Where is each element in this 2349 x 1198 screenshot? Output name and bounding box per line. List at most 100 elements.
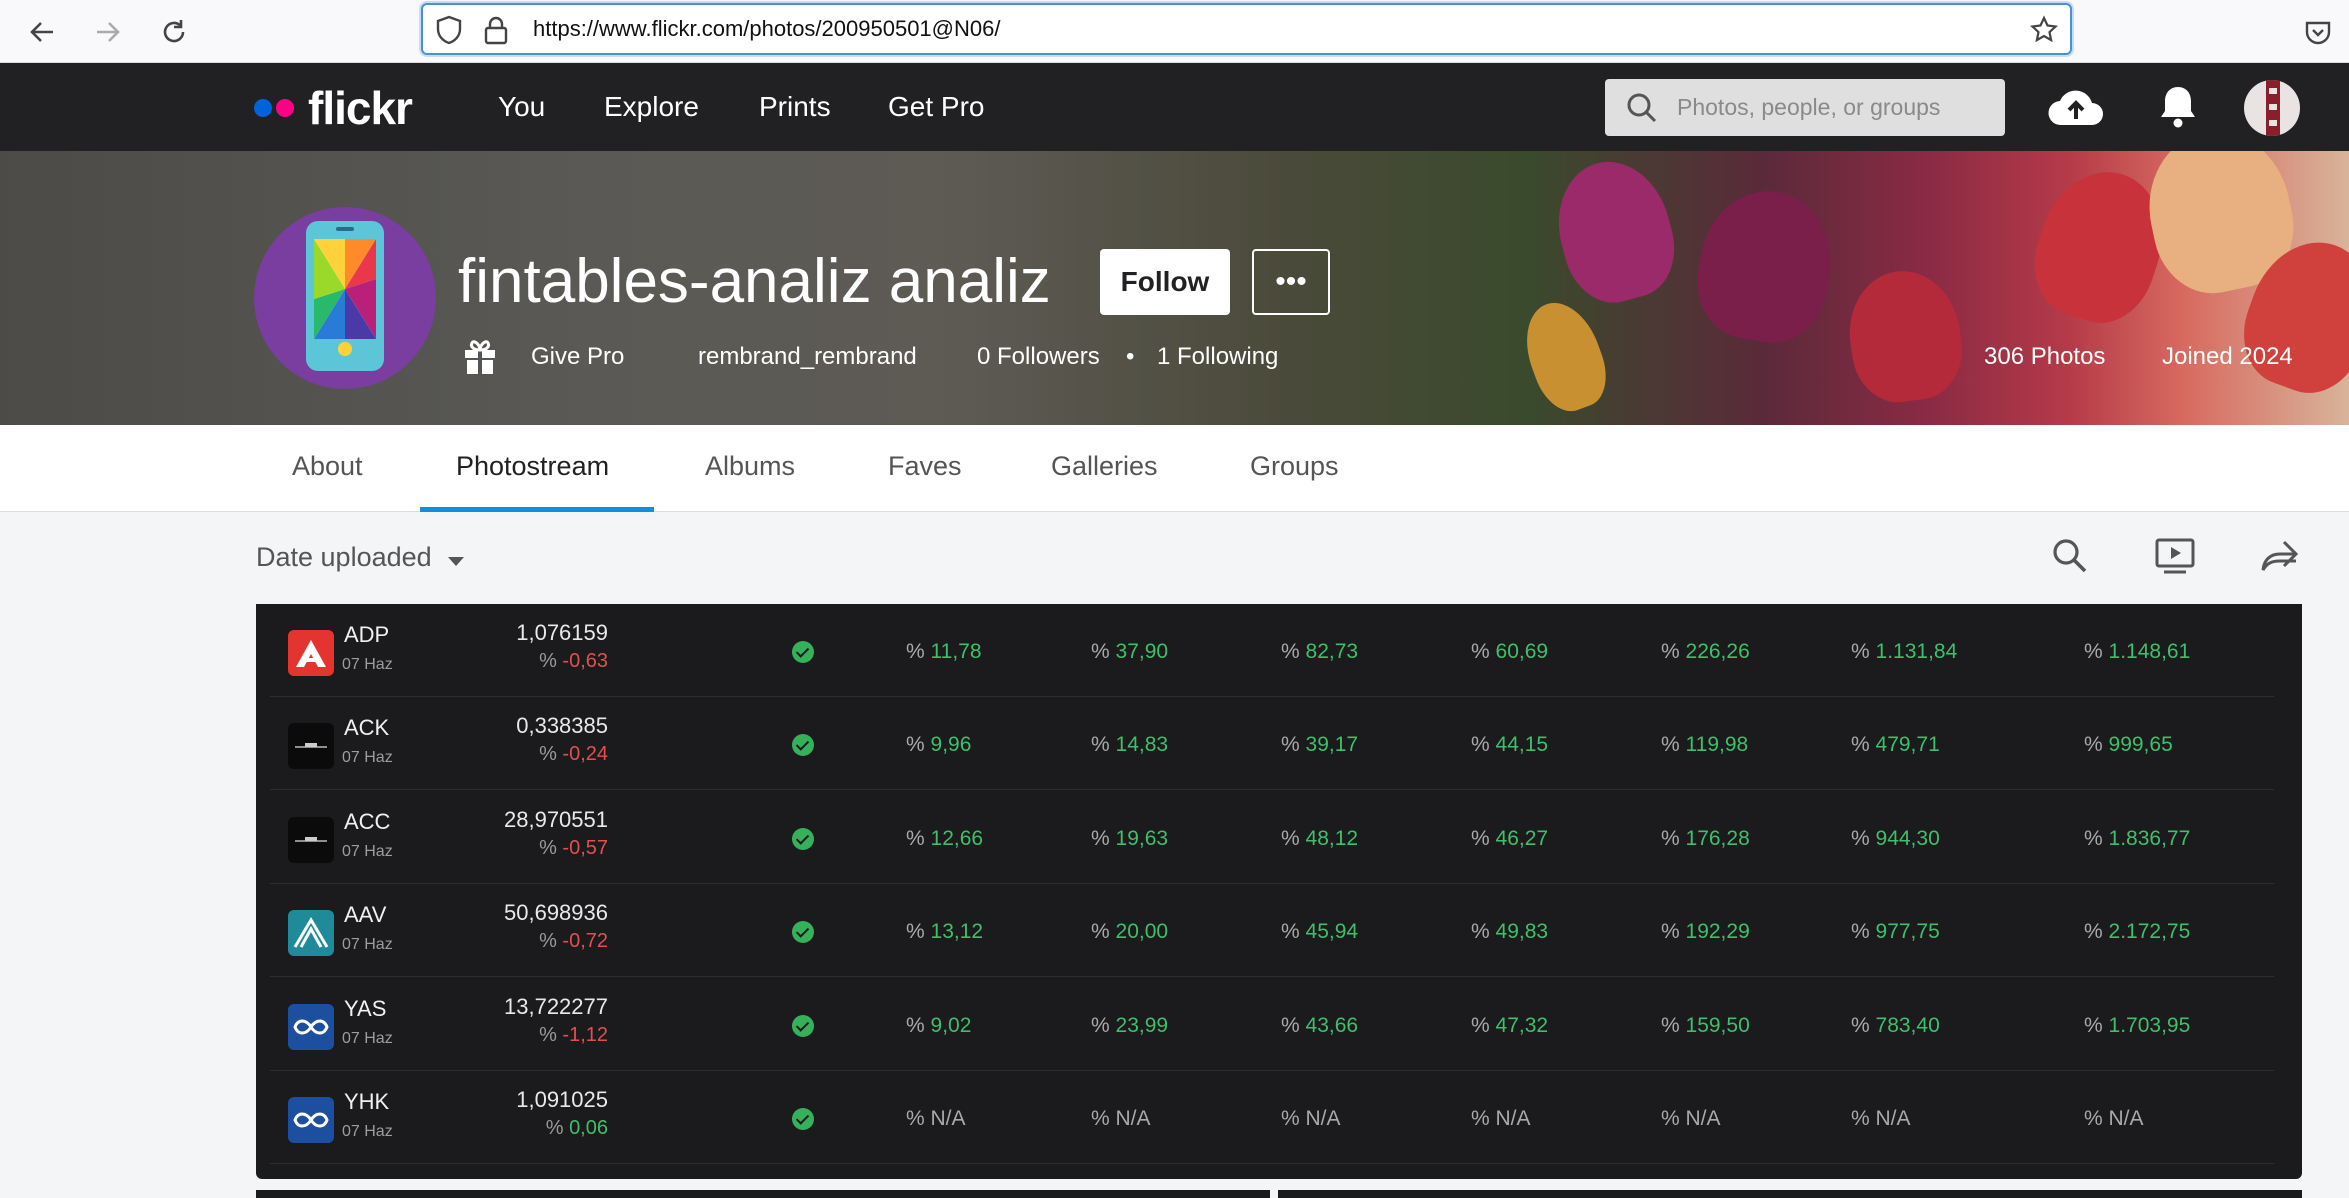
return-cell: % N/A xyxy=(1471,1107,1531,1131)
upload-icon[interactable] xyxy=(2046,85,2106,136)
row-date: 07 Haz xyxy=(342,749,393,766)
bookmark-star-icon[interactable] xyxy=(2029,15,2059,50)
percent-sign: % xyxy=(906,733,931,756)
profile-avatar[interactable] xyxy=(254,207,436,389)
return-value: 11,78 xyxy=(930,640,982,663)
tab-photostream[interactable]: Photostream xyxy=(456,451,609,482)
search-input[interactable]: Photos, people, or groups xyxy=(1605,79,2005,136)
nav-explore[interactable]: Explore xyxy=(604,91,699,123)
meta-separator: • xyxy=(1126,343,1135,370)
check-circle-icon xyxy=(792,1015,814,1037)
logo-blue-dot xyxy=(254,99,272,117)
notifications-bell-icon[interactable] xyxy=(2158,83,2198,134)
flickr-logo[interactable]: flickr xyxy=(254,81,413,135)
user-avatar[interactable] xyxy=(2244,80,2300,136)
price-change-value: -0,63 xyxy=(562,650,608,672)
return-value: 45,94 xyxy=(1305,920,1359,943)
return-value: 1.131,84 xyxy=(1875,640,1958,663)
back-icon[interactable] xyxy=(20,10,64,54)
table-row[interactable]: AAV 07 Haz 50,698936% -0,72% 13,12% 20,00%… xyxy=(270,884,2274,977)
percent-sign: % xyxy=(539,650,563,672)
gift-icon[interactable] xyxy=(462,336,498,381)
percent-sign: % xyxy=(906,1014,931,1037)
return-cell: % 479,71 xyxy=(1851,733,1940,757)
tab-galleries[interactable]: Galleries xyxy=(1051,451,1158,482)
table-row[interactable]: YAS 07 Haz 13,722277% -1,12% 9,02% 23,99% … xyxy=(270,978,2274,1071)
photo-panel[interactable]: ADP 07 Haz 1,076159% -0,63% 11,78% 37,90% … xyxy=(256,604,2302,1179)
profile-display-name: fintables-analiz analiz xyxy=(458,247,1051,316)
return-cell: % 48,12 xyxy=(1281,827,1358,851)
return-cell: % 11,78 xyxy=(906,640,982,664)
table-row[interactable]: ACK 07 Haz 0,338385% -0,24% 9,96% 14,83% 3… xyxy=(270,697,2274,790)
tab-groups[interactable]: Groups xyxy=(1250,451,1339,482)
percent-sign: % xyxy=(1281,1014,1306,1037)
return-cell: % 82,73 xyxy=(1281,640,1358,664)
return-value: 192,29 xyxy=(1685,920,1750,943)
tab-about[interactable]: About xyxy=(292,451,363,482)
more-options-button[interactable]: ••• xyxy=(1252,249,1330,315)
shield-icon[interactable] xyxy=(435,15,463,50)
sort-dropdown[interactable]: Date uploaded xyxy=(256,542,465,574)
return-value: 119,98 xyxy=(1685,733,1749,756)
tab-faves[interactable]: Faves xyxy=(888,451,962,482)
nav-get-pro[interactable]: Get Pro xyxy=(888,91,984,123)
return-value: 999,65 xyxy=(2108,733,2173,756)
photos-count: 306 Photos xyxy=(1984,343,2106,370)
slideshow-icon[interactable] xyxy=(2154,536,2198,580)
return-value: 2.172,75 xyxy=(2108,920,2191,943)
address-bar[interactable]: https://www.flickr.com/photos/200950501@… xyxy=(421,3,2072,55)
return-cell: % N/A xyxy=(1281,1107,1341,1131)
share-icon[interactable] xyxy=(2258,536,2302,580)
return-cell: % 45,94 xyxy=(1281,920,1358,944)
return-cell: % 1.836,77 xyxy=(2084,827,2190,851)
price-value: 50,698936 xyxy=(504,900,608,925)
ticker-symbol: YAS xyxy=(344,996,387,1021)
nav-you[interactable]: You xyxy=(498,91,545,123)
next-photo-strip[interactable] xyxy=(1278,1190,2302,1198)
profile-username: rembrand_rembrand xyxy=(698,343,917,370)
percent-sign: % xyxy=(1851,733,1876,756)
return-value: 47,32 xyxy=(1495,1014,1549,1037)
sort-label: Date uploaded xyxy=(256,542,432,572)
return-cell: % 226,26 xyxy=(1661,640,1750,664)
percent-sign: % xyxy=(2084,733,2109,756)
table-row[interactable]: ACC 07 Haz 28,970551% -0,57% 12,66% 19,63%… xyxy=(270,791,2274,884)
check-circle-icon xyxy=(792,1108,814,1130)
lock-icon[interactable] xyxy=(483,15,509,50)
return-value: 60,69 xyxy=(1495,640,1549,663)
return-value: 479,71 xyxy=(1875,733,1940,756)
followers-count[interactable]: 0 Followers xyxy=(977,343,1100,371)
search-placeholder: Photos, people, or groups xyxy=(1677,94,1941,120)
percent-sign: % xyxy=(1851,1014,1876,1037)
percent-sign: % xyxy=(906,827,931,850)
table-row[interactable]: ADP 07 Haz 1,076159% -0,63% 11,78% 37,90% … xyxy=(270,604,2274,697)
return-cell: % 1.148,61 xyxy=(2084,640,2190,664)
return-cell: % 944,30 xyxy=(1851,827,1940,851)
follow-button[interactable]: Follow xyxy=(1100,249,1230,315)
percent-sign: % xyxy=(539,743,563,765)
next-photo-strip[interactable] xyxy=(256,1190,1270,1198)
return-cell: % 43,66 xyxy=(1281,1014,1358,1038)
return-cell: % 46,27 xyxy=(1471,827,1548,851)
price-change: % -0,57 xyxy=(420,837,608,860)
pocket-icon[interactable] xyxy=(2296,10,2340,54)
following-count[interactable]: 1 Following xyxy=(1157,343,1278,371)
price-change-value: -0,72 xyxy=(562,930,608,952)
give-pro-link[interactable]: Give Pro xyxy=(531,343,624,371)
reload-icon[interactable] xyxy=(152,10,196,54)
nav-prints[interactable]: Prints xyxy=(759,91,831,123)
percent-sign: % xyxy=(1471,640,1496,663)
table-row[interactable]: YHK 07 Haz 1,091025% 0,06% N/A% N/A% N/A% … xyxy=(270,1071,2274,1164)
percent-sign: % xyxy=(906,920,931,943)
tab-albums[interactable]: Albums xyxy=(705,451,795,482)
search-photostream-icon[interactable] xyxy=(2050,536,2094,580)
return-value: N/A xyxy=(1685,1107,1721,1130)
return-cell: % 44,15 xyxy=(1471,733,1548,757)
percent-sign: % xyxy=(1851,920,1876,943)
logo-text: flickr xyxy=(308,82,413,134)
row-date: 07 Haz xyxy=(342,936,393,953)
forward-icon[interactable] xyxy=(86,10,130,54)
percent-sign: % xyxy=(1091,1107,1116,1130)
row-date: 07 Haz xyxy=(342,656,393,673)
cover-flower xyxy=(1841,263,1969,409)
